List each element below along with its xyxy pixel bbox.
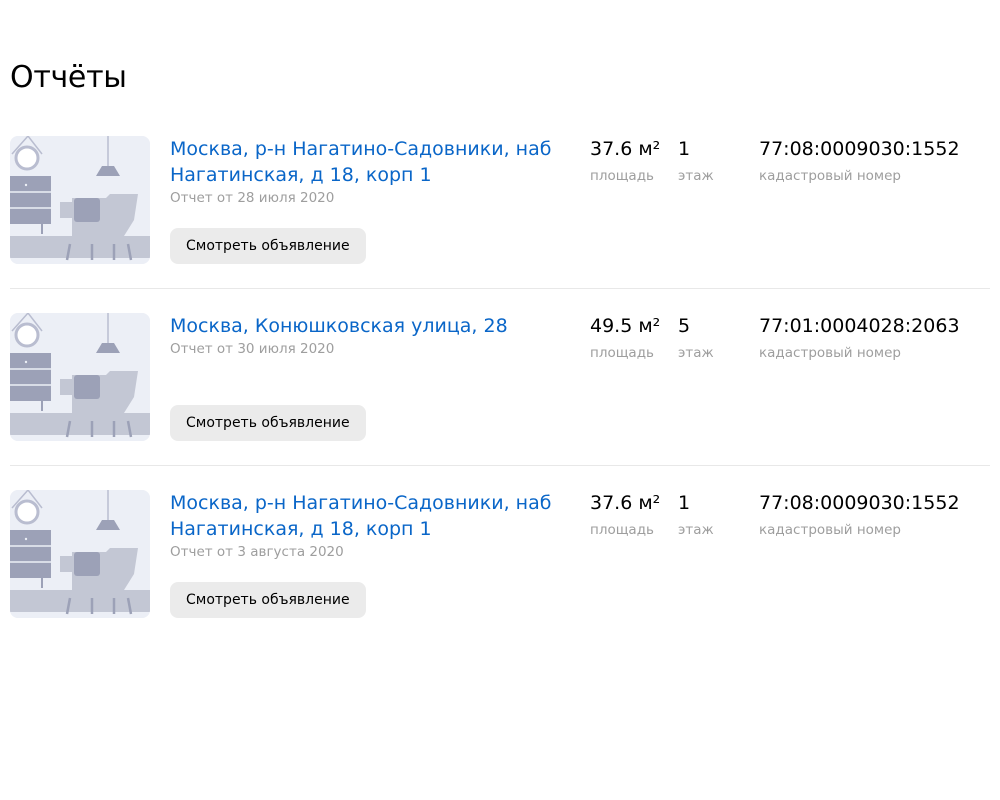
report-item: Москва, Конюшковская улица, 28 Отчет от … — [10, 313, 990, 466]
report-info: Москва, р-н Нагатино-Садовники, наб Нага… — [170, 490, 570, 618]
area-value: 37.6 м² — [590, 138, 661, 160]
apartment-placeholder-image — [10, 490, 150, 618]
floor-label: этаж — [678, 168, 714, 184]
report-address-link[interactable]: Москва, Конюшковская улица, 28 — [170, 313, 570, 339]
cadastral-number-label: кадастровый номер — [759, 345, 901, 361]
report-date: Отчет от 28 июля 2020 — [170, 190, 335, 206]
cadastral-stat: 77:01:0004028:2063 кадастровый номер — [759, 313, 960, 367]
cadastral-number-label: кадастровый номер — [759, 168, 901, 184]
floor-value: 5 — [678, 315, 691, 337]
apartment-placeholder-image — [10, 136, 150, 264]
floor-label: этаж — [678, 345, 714, 361]
floor-stat: 1 этаж — [678, 136, 714, 190]
area-label: площадь — [590, 345, 654, 361]
cadastral-stat: 77:08:0009030:1552 кадастровый номер — [759, 490, 960, 544]
area-stat: 37.6 м² площадь — [590, 490, 660, 544]
cadastral-number-value: 77:08:0009030:1552 — [759, 492, 960, 514]
area-label: площадь — [590, 168, 654, 184]
page-title: Отчёты — [10, 60, 127, 95]
floor-label: этаж — [678, 522, 714, 538]
report-address-link[interactable]: Москва, р-н Нагатино-Садовники, наб Нага… — [170, 490, 570, 542]
report-date: Отчет от 3 августа 2020 — [170, 544, 344, 560]
report-info: Москва, р-н Нагатино-Садовники, наб Нага… — [170, 136, 570, 264]
floor-value: 1 — [678, 138, 691, 160]
cadastral-number-value: 77:08:0009030:1552 — [759, 138, 960, 160]
cadastral-number-value: 77:01:0004028:2063 — [759, 315, 960, 337]
report-date: Отчет от 30 июля 2020 — [170, 341, 335, 357]
view-listing-button[interactable]: Смотреть объявление — [170, 582, 366, 618]
view-listing-button[interactable]: Смотреть объявление — [170, 228, 366, 264]
report-item: Москва, р-н Нагатино-Садовники, наб Нага… — [10, 136, 990, 289]
area-value: 49.5 м² — [590, 315, 661, 337]
floor-stat: 5 этаж — [678, 313, 714, 367]
cadastral-stat: 77:08:0009030:1552 кадастровый номер — [759, 136, 960, 190]
floor-stat: 1 этаж — [678, 490, 714, 544]
floor-value: 1 — [678, 492, 691, 514]
report-info: Москва, Конюшковская улица, 28 Отчет от … — [170, 313, 570, 441]
area-stat: 49.5 м² площадь — [590, 313, 660, 367]
area-label: площадь — [590, 522, 654, 538]
view-listing-button[interactable]: Смотреть объявление — [170, 405, 366, 441]
report-address-link[interactable]: Москва, р-н Нагатино-Садовники, наб Нага… — [170, 136, 570, 188]
report-item: Москва, р-н Нагатино-Садовники, наб Нага… — [10, 490, 990, 618]
reports-list: Москва, р-н Нагатино-Садовники, наб Нага… — [10, 136, 990, 618]
area-stat: 37.6 м² площадь — [590, 136, 660, 190]
apartment-placeholder-image — [10, 313, 150, 441]
area-value: 37.6 м² — [590, 492, 661, 514]
cadastral-number-label: кадастровый номер — [759, 522, 901, 538]
